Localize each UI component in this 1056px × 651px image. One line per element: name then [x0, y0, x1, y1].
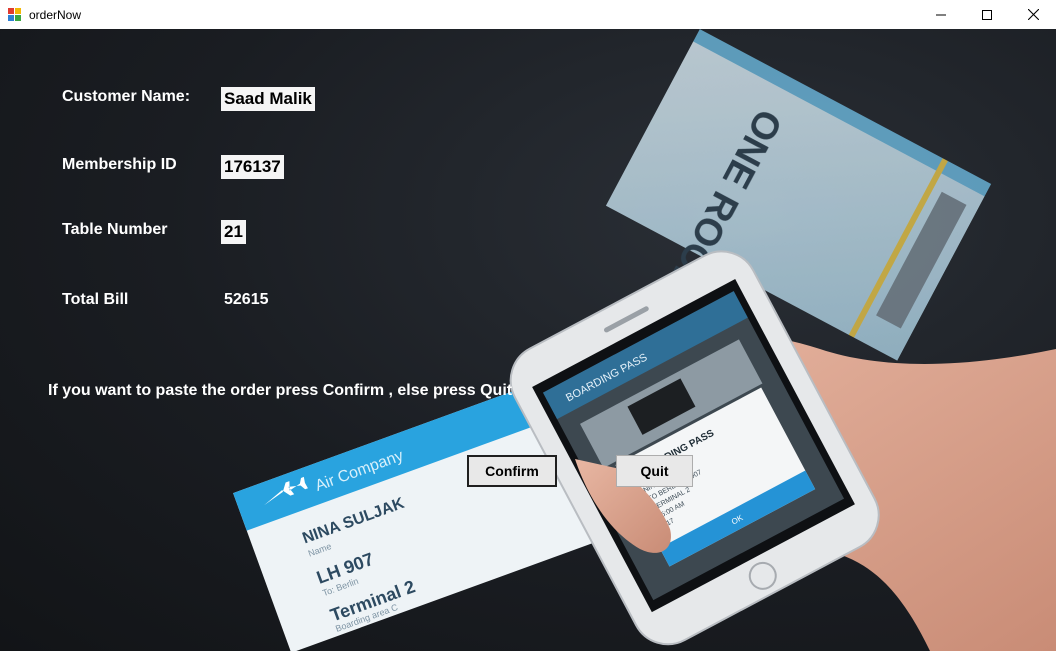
- minimize-button[interactable]: [918, 0, 964, 29]
- table-number-label: Table Number: [62, 221, 168, 238]
- confirm-message: If you want to paste the order press Con…: [48, 382, 513, 399]
- customer-name-value: Saad Malik: [221, 87, 315, 111]
- membership-id-label: Membership ID: [62, 156, 177, 173]
- customer-name-label: Customer Name:: [62, 88, 191, 105]
- total-bill-value: 52615: [224, 291, 269, 308]
- maximize-icon: [982, 9, 992, 20]
- close-icon: [1027, 9, 1039, 20]
- background-image: ONE ROCK BAND Air Company NINA SULJAK Na…: [233, 29, 1056, 651]
- quit-button[interactable]: Quit: [616, 455, 693, 487]
- total-bill-label: Total Bill: [62, 291, 129, 308]
- title-bar: orderNow: [0, 0, 1056, 29]
- maximize-button[interactable]: [964, 0, 1010, 29]
- minimize-icon: [936, 14, 946, 15]
- table-number-value: 21: [221, 220, 246, 244]
- app-icon: [8, 8, 21, 21]
- form-area: ONE ROCK BAND Air Company NINA SULJAK Na…: [0, 29, 1056, 651]
- confirm-button[interactable]: Confirm: [467, 455, 557, 487]
- close-button[interactable]: [1010, 0, 1056, 29]
- window-title: orderNow: [29, 7, 82, 22]
- membership-id-value: 176137: [221, 155, 284, 179]
